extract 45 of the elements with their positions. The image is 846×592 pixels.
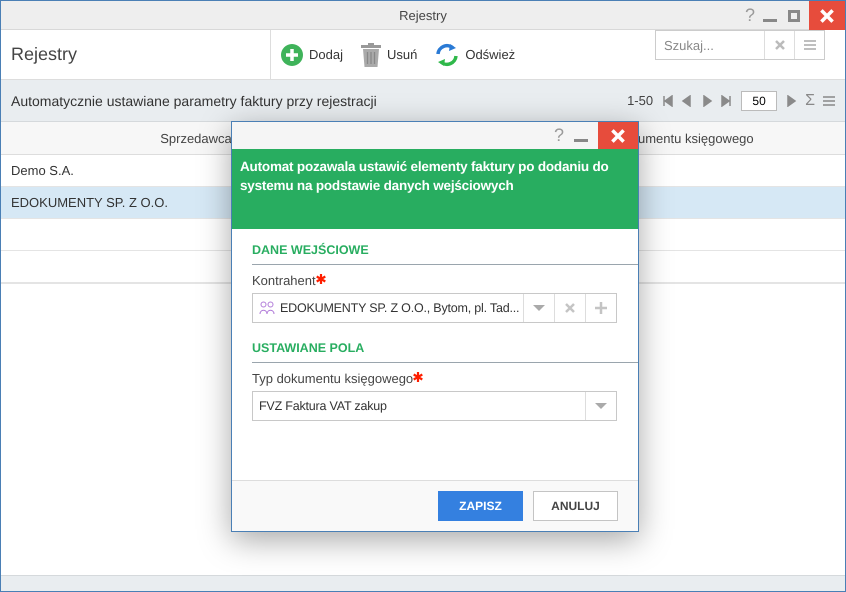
search-field[interactable]: Szukaj... xyxy=(655,30,825,60)
next-page-icon[interactable] xyxy=(701,94,714,106)
next-icon[interactable] xyxy=(785,94,798,106)
clear-icon xyxy=(774,40,784,50)
window-title: Rejestry xyxy=(399,8,447,22)
maximize-icon xyxy=(788,10,800,22)
clear-icon xyxy=(565,303,575,313)
add-button[interactable]: Dodaj xyxy=(281,44,343,66)
menu-icon xyxy=(804,40,816,50)
lookup-field[interactable]: EDOKUMENTY SP. Z O.O., Bytom, pl. Tad... xyxy=(252,293,617,323)
delete-button[interactable]: Usuń xyxy=(360,42,418,66)
minimize-icon xyxy=(763,18,777,22)
grid-title: Automatycznie ustawiane parametry faktury przy rejestracji xyxy=(11,92,378,108)
clear-icon xyxy=(820,8,834,22)
page-range: 1-50 xyxy=(627,93,654,108)
last-page-icon[interactable] xyxy=(721,94,734,106)
save-button[interactable]: ZAPISZ xyxy=(438,491,523,521)
clear-icon xyxy=(611,128,625,142)
page-title: Rejestry xyxy=(1,30,271,79)
field-value: EDOKUMENTY SP. Z O.O., Bytom, pl. Tad... xyxy=(280,301,520,315)
table-cell: Demo S.A. xyxy=(11,163,74,178)
people-icon xyxy=(259,301,275,315)
first-page-icon[interactable] xyxy=(661,94,674,106)
field-label: Typ dokumentu księgowego xyxy=(252,371,414,386)
dialog-description: Automat pozawala ustawić elementy faktury po dodaniu do systemu na podstawie danych wejściowych xyxy=(240,158,610,195)
previous-page-icon[interactable] xyxy=(681,94,694,106)
close-button[interactable] xyxy=(598,122,638,149)
plus-icon xyxy=(595,302,607,314)
table-cell: EDOKUMENTY SP. Z O.O. xyxy=(11,195,168,210)
minimize-icon xyxy=(574,138,588,142)
section-title: USTAWIANE POLA xyxy=(252,333,638,363)
menu-icon xyxy=(823,96,835,106)
page-size-field[interactable]: 50 xyxy=(741,90,778,110)
section-title: DANE WEJŚCIOWE xyxy=(252,235,638,265)
field-value: FVZ Faktura VAT zakup xyxy=(259,399,387,413)
cancel-button[interactable]: ANULUJ xyxy=(533,491,618,521)
refresh-icon xyxy=(435,42,460,66)
refresh-button[interactable]: Odśwież xyxy=(435,42,516,66)
plus-circle-icon xyxy=(281,44,303,66)
dropdown-caret-icon xyxy=(595,403,607,409)
dropdown-caret-icon xyxy=(533,305,545,311)
close-button[interactable] xyxy=(809,1,845,30)
trash-icon xyxy=(360,42,381,66)
field-label: Kontrahent xyxy=(252,273,316,288)
select-field[interactable]: FVZ Faktura VAT zakup xyxy=(252,391,617,421)
